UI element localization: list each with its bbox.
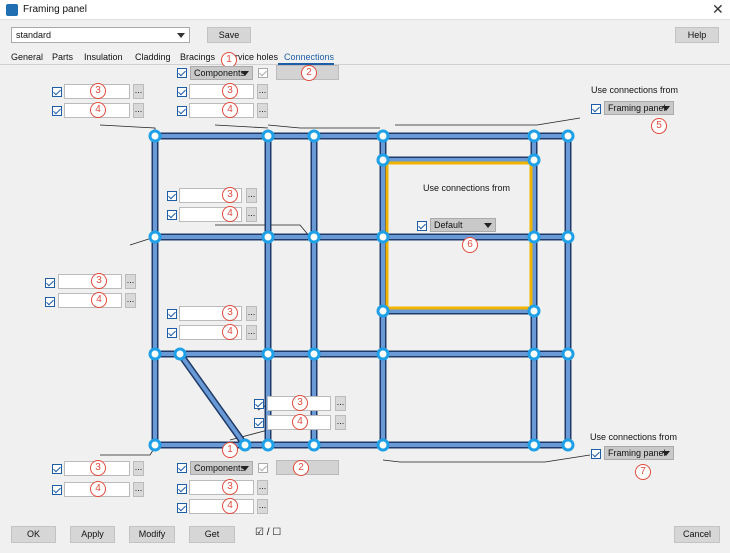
framing-panel-dropdown-bottom[interactable]: Framing panel bbox=[604, 446, 674, 460]
marker-3-a: 3 bbox=[90, 83, 106, 99]
toggle-all-checkbox[interactable]: ☑ / ☐ bbox=[255, 527, 281, 538]
dots-button-3-e[interactable]: ... bbox=[246, 306, 257, 321]
dots-button-3-b[interactable]: ... bbox=[257, 84, 268, 99]
framing-panel-label-top: Framing panel bbox=[608, 103, 666, 113]
checkbox-3-h[interactable] bbox=[177, 484, 187, 494]
checkbox-disabled-top[interactable] bbox=[258, 68, 268, 78]
marker-7: 7 bbox=[635, 464, 651, 480]
marker-4-h: 4 bbox=[222, 498, 238, 514]
use-connections-label-top: Use connections from bbox=[591, 85, 679, 95]
chevron-down-icon bbox=[662, 451, 670, 456]
checkbox-3-f[interactable] bbox=[254, 399, 264, 409]
checkbox-4-h[interactable] bbox=[177, 503, 187, 513]
apply-button[interactable]: Apply bbox=[70, 526, 115, 543]
marker-3-f: 3 bbox=[292, 395, 308, 411]
checkbox-4-g[interactable] bbox=[52, 485, 62, 495]
dots-button-3-d[interactable]: ... bbox=[125, 274, 136, 289]
marker-4-c: 4 bbox=[222, 206, 238, 222]
marker-4-d: 4 bbox=[91, 292, 107, 308]
components-checkbox-bottom[interactable] bbox=[177, 463, 187, 473]
use-connections-label-center: Use connections from bbox=[423, 183, 511, 193]
dots-button-3-f[interactable]: ... bbox=[335, 396, 346, 411]
marker-3-d: 3 bbox=[91, 273, 107, 289]
dots-button-4-f[interactable]: ... bbox=[335, 415, 346, 430]
marker-2-top: 2 bbox=[301, 65, 317, 81]
cancel-button[interactable]: Cancel bbox=[674, 526, 720, 543]
marker-4-e: 4 bbox=[222, 324, 238, 340]
marker-4-g: 4 bbox=[90, 481, 106, 497]
dots-button-4-g[interactable]: ... bbox=[133, 482, 144, 497]
marker-2-bottom: 2 bbox=[293, 460, 309, 476]
checkbox-3-a[interactable] bbox=[52, 87, 62, 97]
marker-3-h: 3 bbox=[222, 479, 238, 495]
dots-button-3-h[interactable]: ... bbox=[257, 480, 268, 495]
checkbox-3-g[interactable] bbox=[52, 464, 62, 474]
marker-3-e: 3 bbox=[222, 305, 238, 321]
marker-6: 6 bbox=[462, 237, 478, 253]
field-3-d[interactable] bbox=[58, 274, 122, 289]
dots-button-4-a[interactable]: ... bbox=[133, 103, 144, 118]
default-label: Default bbox=[434, 220, 463, 230]
marker-5: 5 bbox=[651, 118, 667, 134]
checkbox-4-f[interactable] bbox=[254, 418, 264, 428]
components-label-bottom: Components bbox=[194, 463, 246, 473]
get-button[interactable]: Get bbox=[189, 526, 235, 543]
marker-1-bottom: 1 bbox=[222, 442, 238, 458]
marker-3-b: 3 bbox=[222, 83, 238, 99]
components-checkbox-top[interactable] bbox=[177, 68, 187, 78]
dots-button-4-e[interactable]: ... bbox=[246, 325, 257, 340]
checkbox-4-d[interactable] bbox=[45, 297, 55, 307]
dots-button-3-a[interactable]: ... bbox=[133, 84, 144, 99]
checkbox-3-b[interactable] bbox=[177, 87, 187, 97]
checkbox-4-a[interactable] bbox=[52, 106, 62, 116]
dots-button-3-g[interactable]: ... bbox=[133, 461, 144, 476]
field-4-d[interactable] bbox=[58, 293, 122, 308]
components-label-top: Components bbox=[194, 68, 246, 78]
ok-button[interactable]: OK bbox=[11, 526, 56, 543]
checkbox-disabled-bottom[interactable] bbox=[258, 463, 268, 473]
framing-panel-dropdown-top[interactable]: Framing panel bbox=[604, 101, 674, 115]
checkbox-4-b[interactable] bbox=[177, 106, 187, 116]
checkbox-3-d[interactable] bbox=[45, 278, 55, 288]
use-connections-label-bottom: Use connections from bbox=[590, 432, 678, 442]
checkbox-4-c[interactable] bbox=[167, 210, 177, 220]
chevron-down-icon bbox=[241, 71, 249, 76]
use-connections-checkbox-center[interactable] bbox=[417, 221, 427, 231]
dots-button-4-d[interactable]: ... bbox=[125, 293, 136, 308]
checkbox-3-e[interactable] bbox=[167, 309, 177, 319]
marker-3-c: 3 bbox=[222, 187, 238, 203]
marker-4-a: 4 bbox=[90, 102, 106, 118]
checkbox-3-c[interactable] bbox=[167, 191, 177, 201]
dots-button-4-b[interactable]: ... bbox=[257, 103, 268, 118]
chevron-down-icon bbox=[241, 466, 249, 471]
marker-4-f: 4 bbox=[292, 414, 308, 430]
components-dropdown-top[interactable]: Components bbox=[190, 66, 253, 80]
default-dropdown[interactable]: Default bbox=[430, 218, 496, 232]
use-connections-checkbox-bottom[interactable] bbox=[591, 449, 601, 459]
framing-panel-label-bottom: Framing panel bbox=[608, 448, 666, 458]
marker-3-g: 3 bbox=[90, 460, 106, 476]
dots-button-4-c[interactable]: ... bbox=[246, 207, 257, 222]
dots-button-4-h[interactable]: ... bbox=[257, 499, 268, 514]
marker-4-b: 4 bbox=[222, 102, 238, 118]
dots-button-3-c[interactable]: ... bbox=[246, 188, 257, 203]
components-dropdown-bottom[interactable]: Components bbox=[190, 461, 253, 475]
chevron-down-icon bbox=[484, 223, 492, 228]
checkbox-4-e[interactable] bbox=[167, 328, 177, 338]
modify-button[interactable]: Modify bbox=[129, 526, 175, 543]
use-connections-checkbox-top[interactable] bbox=[591, 104, 601, 114]
chevron-down-icon bbox=[662, 106, 670, 111]
